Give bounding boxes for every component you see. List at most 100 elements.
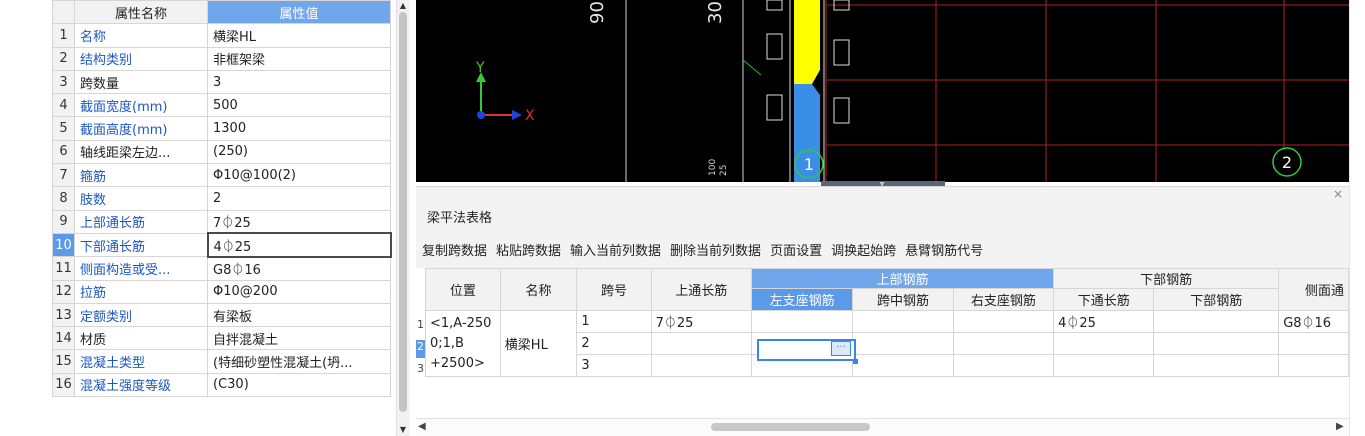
property-value[interactable]: Φ10@200 — [207, 279, 391, 304]
cell-position[interactable]: <1,A-250 0;1,B +2500> — [425, 310, 501, 377]
horizontal-scrollbar[interactable] — [416, 418, 1349, 436]
property-row-number: 14 — [52, 326, 75, 351]
property-row[interactable]: 12 拉筋 Φ10@200 — [52, 279, 391, 304]
close-icon[interactable]: × — [1331, 187, 1345, 201]
property-row[interactable]: 16 混凝土强度等级 (C30) — [52, 372, 391, 398]
toolbar-button[interactable]: 删除当前列数据 — [670, 240, 770, 259]
cell-bottom-rebar[interactable] — [1153, 332, 1280, 355]
property-value[interactable]: 横梁HL — [207, 23, 391, 48]
col-header-bottom-rebar[interactable]: 下部钢筋 — [1153, 288, 1280, 311]
cell-bottom-through[interactable] — [1053, 354, 1155, 377]
cell-top-mid[interactable] — [852, 354, 954, 377]
property-row[interactable]: 3 跨数量 3 — [52, 69, 391, 95]
cell-side[interactable] — [1278, 332, 1349, 355]
property-value[interactable]: 7⏀25 — [207, 209, 391, 234]
scroll-right-arrow-icon[interactable]: ▶ — [1336, 418, 1348, 436]
toolbar-button[interactable]: 页面设置 — [770, 240, 831, 259]
property-value[interactable]: 非框架梁 — [207, 46, 391, 71]
property-row[interactable]: 5 截面高度(mm) 1300 — [52, 116, 391, 141]
cell-top-left[interactable] — [750, 310, 854, 333]
property-value[interactable]: G8⏀16 — [207, 256, 391, 281]
cell-top-mid[interactable] — [852, 310, 954, 333]
property-row[interactable]: 8 肢数 2 — [52, 186, 391, 211]
opening-rect-3 — [766, 94, 783, 121]
property-value[interactable]: 4⏀25 — [206, 232, 392, 258]
property-value[interactable]: (特细砂塑性混凝土(坍... — [207, 349, 391, 374]
property-header-value: 属性值 — [207, 0, 391, 25]
scroll-up-arrow-icon[interactable]: ▲ — [397, 1, 409, 11]
grid-row-number[interactable]: 2 — [416, 340, 425, 358]
drawing-canvas[interactable]: 900 300 100 25 1 2 Y X — [416, 0, 1349, 182]
cell-top-through[interactable] — [650, 332, 752, 355]
horizontal-scrollbar-thumb[interactable] — [711, 423, 870, 431]
col-header-bottom-through[interactable]: 下通长筋 — [1053, 288, 1155, 311]
property-value[interactable]: 1300 — [207, 116, 391, 141]
cell-name[interactable]: 横梁HL — [499, 310, 578, 377]
toolbar-button[interactable]: 悬臂钢筋代号 — [905, 240, 992, 259]
cell-span[interactable]: 2 — [576, 332, 652, 355]
property-scrollbar-thumb[interactable] — [399, 12, 407, 412]
ucs-x-arrow — [512, 110, 522, 120]
property-name: 结构类别 — [74, 46, 208, 71]
cell-bottom-through[interactable] — [1053, 332, 1155, 355]
property-value[interactable]: 2 — [207, 186, 391, 211]
property-value[interactable]: 3 — [207, 69, 391, 95]
property-row[interactable]: 15 混凝土类型 (特细砂塑性混凝土(坍... — [52, 349, 391, 374]
cell-bottom-rebar[interactable] — [1153, 354, 1280, 377]
cell-span[interactable]: 1 — [576, 310, 652, 333]
property-row-number: 3 — [52, 69, 75, 95]
beam-table-toolbar: 复制跨数据 粘贴跨数据 输入当前列数据 删除当前列数据 页面设置 调换起始跨 悬臂钢筋代号 — [422, 240, 992, 259]
cell-top-through[interactable] — [650, 354, 752, 377]
cell-top-right[interactable] — [952, 354, 1055, 377]
property-value[interactable]: 有梁板 — [207, 302, 391, 328]
dim-text-300: 300 — [705, 0, 726, 24]
property-value[interactable]: 500 — [207, 93, 391, 118]
scroll-left-arrow-icon[interactable]: ◀ — [418, 418, 430, 436]
property-row-number: 9 — [52, 209, 75, 234]
col-header-top-right[interactable]: 右支座钢筋 — [952, 288, 1055, 311]
drawing-viewport[interactable]: 900 300 100 25 1 2 Y X — [416, 0, 1349, 182]
toolbar-button[interactable]: 输入当前列数据 — [570, 240, 670, 259]
toolbar-button[interactable]: 调换起始跨 — [831, 240, 905, 259]
property-row[interactable]: 4 截面宽度(mm) 500 — [52, 93, 391, 118]
property-row[interactable]: 11 侧面构造或受... G8⏀16 — [52, 256, 391, 281]
property-row[interactable]: 14 材质 自拌混凝土 — [52, 326, 391, 351]
property-value[interactable]: (250) — [207, 139, 391, 165]
cell-side[interactable] — [1278, 354, 1349, 377]
col-header-position: 位置 — [425, 268, 501, 311]
cell-span[interactable]: 3 — [576, 354, 652, 377]
col-header-side: 侧面通 — [1278, 268, 1349, 311]
axis-bubble-2-label: 2 — [1282, 153, 1292, 172]
col-header-top-mid[interactable]: 跨中钢筋 — [852, 288, 954, 311]
grid-row-number[interactable]: 1 — [416, 318, 425, 336]
property-value[interactable]: (C30) — [207, 372, 391, 398]
ellipsis-button[interactable]: ··· — [831, 341, 851, 356]
property-name: 名称 — [74, 23, 208, 48]
fill-handle[interactable] — [853, 359, 858, 364]
cell-side[interactable]: G8⏀16 — [1278, 310, 1349, 333]
cell-bottom-through[interactable]: 4⏀25 — [1053, 310, 1155, 333]
property-name: 肢数 — [74, 186, 208, 211]
property-row[interactable]: 6 轴线距梁左边... (250) — [52, 139, 391, 165]
property-row[interactable]: 9 上部通长筋 7⏀25 — [52, 209, 391, 234]
property-value[interactable]: 自拌混凝土 — [207, 326, 391, 351]
cell-top-through[interactable]: 7⏀25 — [650, 310, 752, 333]
cell-top-mid[interactable] — [852, 332, 954, 355]
scroll-down-arrow-icon[interactable]: ▼ — [397, 425, 409, 435]
cell-bottom-rebar[interactable] — [1153, 310, 1280, 333]
property-value[interactable]: Φ10@100(2) — [207, 163, 391, 188]
property-name: 跨数量 — [74, 69, 208, 95]
cell-top-right[interactable] — [952, 332, 1055, 355]
property-row[interactable]: 7 箍筋 Φ10@100(2) — [52, 163, 391, 188]
cell-top-right[interactable] — [952, 310, 1055, 333]
toolbar-button[interactable]: 复制跨数据 — [422, 240, 496, 259]
property-row[interactable]: 13 定额类别 有梁板 — [52, 302, 391, 328]
property-row[interactable]: 2 结构类别 非框架梁 — [52, 46, 391, 71]
small-dim-text-1: 100 — [708, 159, 718, 176]
toolbar-button[interactable]: 粘贴跨数据 — [496, 240, 570, 259]
property-row[interactable]: 1 名称 横梁HL — [52, 23, 391, 48]
property-row[interactable]: 10 下部通长筋 4⏀25 — [52, 232, 392, 258]
beam-segment-yellow — [794, 0, 820, 84]
col-header-top-left[interactable]: 左支座钢筋 — [750, 288, 854, 311]
grid-row-number[interactable]: 3 — [416, 362, 425, 380]
